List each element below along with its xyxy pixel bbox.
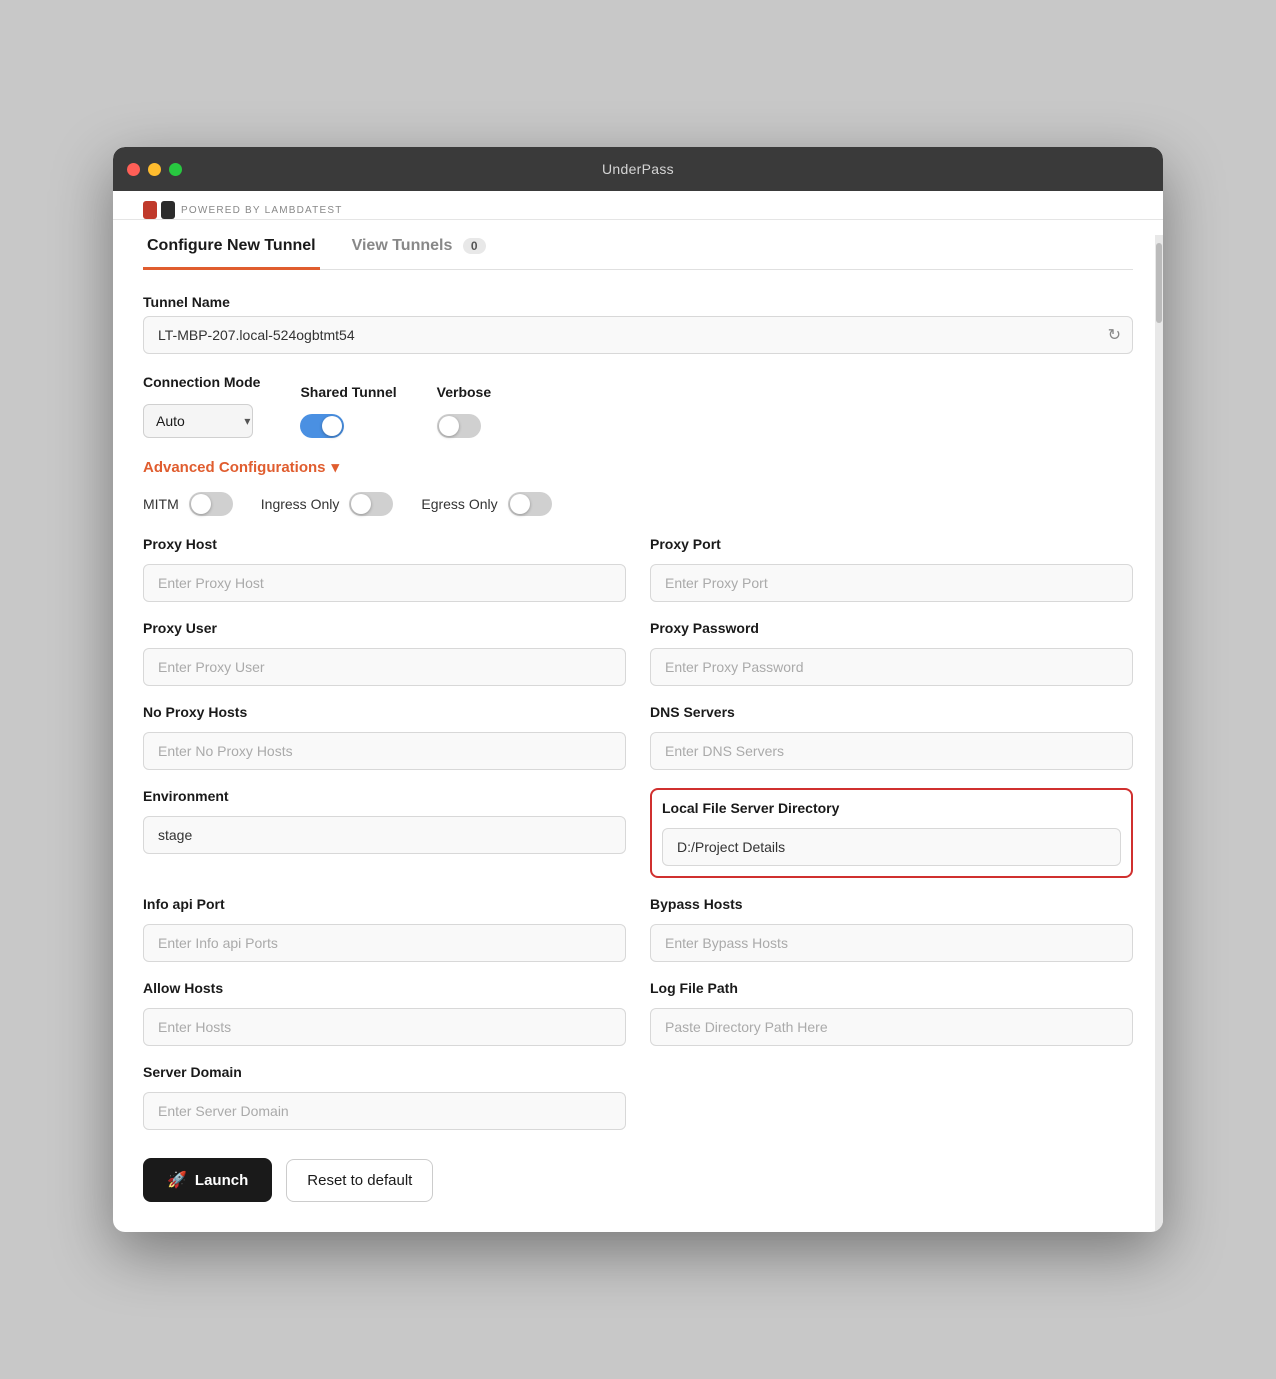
maximize-button[interactable]: [169, 163, 182, 176]
log-file-path-label: Log File Path: [650, 980, 1133, 996]
bypass-hosts-input[interactable]: [650, 924, 1133, 962]
egress-knob: [510, 494, 530, 514]
window-controls: [127, 163, 182, 176]
powered-by-label: POWERED BY LAMBDATEST: [181, 205, 343, 216]
tunnel-name-label: Tunnel Name: [143, 294, 1133, 310]
header-bar: POWERED BY LAMBDATEST: [113, 191, 1163, 220]
environment-label: Environment: [143, 788, 626, 804]
advanced-configurations-section: Advanced Configurations ▾ MITM Ingress O…: [143, 458, 1133, 516]
tab-view-tunnels[interactable]: View Tunnels 0: [348, 221, 490, 270]
ingress-toggle-item: Ingress Only: [261, 492, 394, 516]
shared-tunnel-toggle[interactable]: [300, 414, 344, 438]
verbose-group: Verbose: [437, 384, 491, 438]
no-proxy-hosts-input[interactable]: [143, 732, 626, 770]
server-domain-input[interactable]: [143, 1092, 626, 1130]
window-title: UnderPass: [602, 161, 674, 177]
proxy-user-input[interactable]: [143, 648, 626, 686]
ingress-knob: [351, 494, 371, 514]
egress-label: Egress Only: [421, 496, 497, 512]
proxy-host-label: Proxy Host: [143, 536, 626, 552]
proxy-host-input[interactable]: [143, 564, 626, 602]
title-bar: UnderPass: [113, 147, 1163, 191]
proxy-port-label: Proxy Port: [650, 536, 1133, 552]
rocket-icon: 🚀: [167, 1170, 187, 1190]
bypass-hosts-label: Bypass Hosts: [650, 896, 1133, 912]
logo-area: POWERED BY LAMBDATEST: [143, 201, 343, 219]
shared-tunnel-group: Shared Tunnel: [300, 384, 396, 438]
server-domain-group: Server Domain: [143, 1064, 626, 1130]
button-row: 🚀 Launch Reset to default: [143, 1158, 1133, 1202]
allow-hosts-input[interactable]: [143, 1008, 626, 1046]
tunnel-name-input-wrap: ↻: [143, 316, 1133, 354]
launch-button[interactable]: 🚀 Launch: [143, 1158, 272, 1202]
local-file-server-label: Local File Server Directory: [662, 800, 1121, 816]
environment-input[interactable]: [143, 816, 626, 854]
ingress-toggle[interactable]: [349, 492, 393, 516]
local-file-server-input[interactable]: [662, 828, 1121, 866]
connection-mode-select[interactable]: Auto SSH WS HTTPS: [143, 404, 253, 438]
allow-hosts-label: Allow Hosts: [143, 980, 626, 996]
mitm-label: MITM: [143, 496, 179, 512]
proxy-user-label: Proxy User: [143, 620, 626, 636]
connection-mode-select-wrap: Auto SSH WS HTTPS ▾: [143, 404, 260, 438]
no-proxy-hosts-group: No Proxy Hosts: [143, 704, 626, 770]
scrollbar-track[interactable]: [1155, 235, 1163, 1232]
ingress-label: Ingress Only: [261, 496, 340, 512]
no-proxy-hosts-label: No Proxy Hosts: [143, 704, 626, 720]
verbose-toggle[interactable]: [437, 414, 481, 438]
logo-dot-1: [143, 201, 157, 219]
minimize-button[interactable]: [148, 163, 161, 176]
shared-tunnel-label: Shared Tunnel: [300, 384, 396, 400]
proxy-password-group: Proxy Password: [650, 620, 1133, 686]
info-api-port-label: Info api Port: [143, 896, 626, 912]
proxy-user-group: Proxy User: [143, 620, 626, 686]
tunnel-name-section: Tunnel Name ↻: [143, 294, 1133, 354]
info-api-port-group: Info api Port: [143, 896, 626, 962]
log-file-path-input[interactable]: [650, 1008, 1133, 1046]
mitm-toggle-item: MITM: [143, 492, 233, 516]
environment-group: Environment: [143, 788, 626, 878]
refresh-icon[interactable]: ↻: [1108, 325, 1121, 345]
verbose-knob: [439, 416, 459, 436]
main-content: Configure New Tunnel View Tunnels 0 Tunn…: [113, 220, 1163, 1232]
reset-button[interactable]: Reset to default: [286, 1159, 433, 1202]
tab-configure[interactable]: Configure New Tunnel: [143, 221, 320, 270]
dns-servers-label: DNS Servers: [650, 704, 1133, 720]
logo-dot-2: [161, 201, 175, 219]
proxy-password-input[interactable]: [650, 648, 1133, 686]
info-api-port-input[interactable]: [143, 924, 626, 962]
close-button[interactable]: [127, 163, 140, 176]
advanced-configurations-toggle[interactable]: Advanced Configurations ▾: [143, 458, 339, 476]
verbose-label: Verbose: [437, 384, 491, 400]
proxy-host-group: Proxy Host: [143, 536, 626, 602]
proxy-password-label: Proxy Password: [650, 620, 1133, 636]
log-file-path-group: Log File Path: [650, 980, 1133, 1046]
bypass-hosts-group: Bypass Hosts: [650, 896, 1133, 962]
proxy-port-input[interactable]: [650, 564, 1133, 602]
egress-toggle-item: Egress Only: [421, 492, 551, 516]
view-tunnels-badge: 0: [463, 238, 486, 254]
chevron-down-icon: ▾: [332, 458, 340, 476]
fields-grid: Proxy Host Proxy Port Proxy User Proxy P…: [143, 536, 1133, 1130]
advanced-toggles-row: MITM Ingress Only Egress Only: [143, 492, 1133, 516]
allow-hosts-group: Allow Hosts: [143, 980, 626, 1046]
verbose-toggle-wrap: [437, 414, 491, 438]
connection-mode-label: Connection Mode: [143, 374, 260, 390]
tab-bar: Configure New Tunnel View Tunnels 0: [143, 220, 1133, 270]
dns-servers-input[interactable]: [650, 732, 1133, 770]
logo-icon: [143, 201, 175, 219]
connection-mode-group: Connection Mode Auto SSH WS HTTPS ▾: [143, 374, 260, 438]
mitm-toggle[interactable]: [189, 492, 233, 516]
proxy-port-group: Proxy Port: [650, 536, 1133, 602]
mode-row: Connection Mode Auto SSH WS HTTPS ▾ Shar…: [143, 374, 1133, 438]
tunnel-name-input[interactable]: [143, 316, 1133, 354]
mitm-knob: [191, 494, 211, 514]
shared-tunnel-toggle-wrap: [300, 414, 396, 438]
scrollbar-thumb[interactable]: [1156, 243, 1162, 323]
dns-servers-group: DNS Servers: [650, 704, 1133, 770]
local-file-server-group: Local File Server Directory: [650, 788, 1133, 878]
egress-toggle[interactable]: [508, 492, 552, 516]
shared-tunnel-knob: [322, 416, 342, 436]
server-domain-label: Server Domain: [143, 1064, 626, 1080]
